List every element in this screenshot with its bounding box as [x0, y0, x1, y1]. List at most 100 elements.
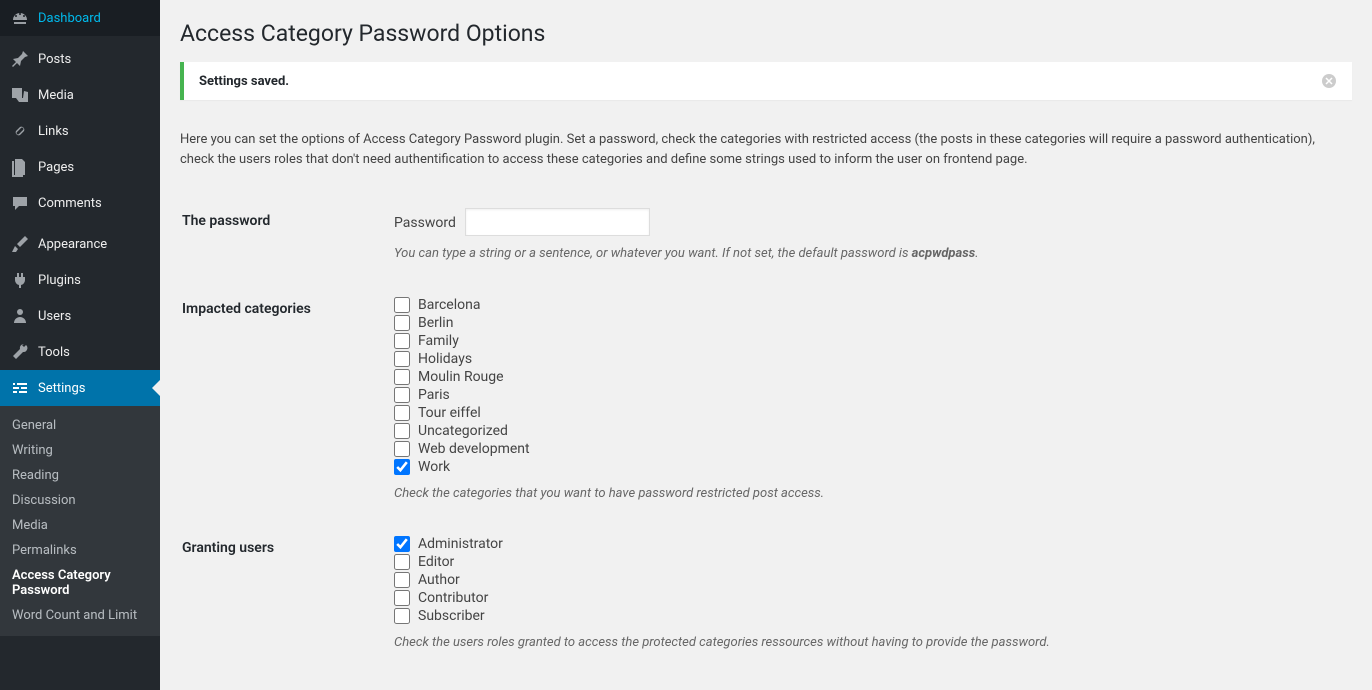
settings-form: The password Password You can type a str… — [180, 191, 1352, 670]
sidebar-item-links[interactable]: Links — [0, 113, 160, 149]
category-label: Berlin — [418, 314, 453, 332]
user-role-label: Contributor — [418, 589, 488, 607]
category-label: Family — [418, 332, 459, 350]
sidebar-item-label: Users — [38, 309, 71, 324]
user-role-label: Administrator — [418, 535, 503, 553]
sidebar-item-label: Plugins — [38, 273, 81, 288]
user-role-label: Editor — [418, 553, 454, 571]
main-content: Access Category Password Options Setting… — [160, 0, 1372, 690]
submenu-general[interactable]: General — [0, 413, 160, 438]
sidebar-item-dashboard[interactable]: Dashboard — [0, 0, 160, 36]
sidebar-item-label: Media — [38, 88, 74, 103]
user-role-checkbox[interactable] — [394, 590, 410, 606]
user-role-item[interactable]: Administrator — [394, 535, 1340, 553]
page-title: Access Category Password Options — [180, 20, 1352, 47]
intro-text: Here you can set the options of Access C… — [180, 130, 1352, 169]
category-item[interactable]: Barcelona — [394, 296, 1340, 314]
submenu-media[interactable]: Media — [0, 513, 160, 538]
user-role-item[interactable]: Editor — [394, 553, 1340, 571]
sidebar-item-label: Comments — [38, 196, 102, 211]
notice-text: Settings saved. — [199, 74, 289, 89]
users-help: Check the users roles granted to access … — [394, 633, 1340, 653]
category-item[interactable]: Holidays — [394, 350, 1340, 368]
sidebar-item-comments[interactable]: Comments — [0, 185, 160, 221]
user-role-checkbox[interactable] — [394, 572, 410, 588]
submenu-writing[interactable]: Writing — [0, 438, 160, 463]
user-role-checkbox[interactable] — [394, 608, 410, 624]
sidebar-item-pages[interactable]: Pages — [0, 149, 160, 185]
user-role-label: Subscriber — [418, 607, 485, 625]
sidebar-item-appearance[interactable]: Appearance — [0, 226, 160, 262]
sidebar-item-posts[interactable]: Posts — [0, 41, 160, 77]
user-role-checkbox[interactable] — [394, 536, 410, 552]
category-label: Moulin Rouge — [418, 368, 504, 386]
categories-help: Check the categories that you want to ha… — [394, 484, 1340, 504]
category-checkbox[interactable] — [394, 405, 410, 421]
settings-submenu: General Writing Reading Discussion Media… — [0, 406, 160, 636]
users-icon — [10, 306, 30, 326]
category-item[interactable]: Work — [394, 458, 1340, 476]
category-checkbox[interactable] — [394, 441, 410, 457]
category-item[interactable]: Moulin Rouge — [394, 368, 1340, 386]
pages-icon — [10, 157, 30, 177]
tools-icon — [10, 342, 30, 362]
sidebar-item-label: Pages — [38, 160, 74, 175]
sidebar-item-label: Settings — [38, 381, 85, 396]
notice-dismiss-icon[interactable] — [1321, 73, 1337, 89]
category-checkbox[interactable] — [394, 423, 410, 439]
brush-icon — [10, 234, 30, 254]
submenu-reading[interactable]: Reading — [0, 463, 160, 488]
password-help: You can type a string or a sentence, or … — [394, 244, 1340, 264]
submenu-word-count-limit[interactable]: Word Count and Limit — [0, 603, 160, 628]
categories-list: BarcelonaBerlinFamilyHolidaysMoulin Roug… — [394, 296, 1340, 476]
sidebar-item-label: Posts — [38, 52, 71, 67]
comments-icon — [10, 193, 30, 213]
category-item[interactable]: Family — [394, 332, 1340, 350]
user-role-item[interactable]: Author — [394, 571, 1340, 589]
categories-th: Impacted categories — [182, 281, 382, 519]
category-checkbox[interactable] — [394, 315, 410, 331]
category-checkbox[interactable] — [394, 297, 410, 313]
media-icon — [10, 85, 30, 105]
links-icon — [10, 121, 30, 141]
category-item[interactable]: Paris — [394, 386, 1340, 404]
sidebar-item-users[interactable]: Users — [0, 298, 160, 334]
sidebar-item-label: Appearance — [38, 237, 107, 252]
category-label: Work — [418, 458, 450, 476]
submenu-discussion[interactable]: Discussion — [0, 488, 160, 513]
category-label: Uncategorized — [418, 422, 508, 440]
plug-icon — [10, 270, 30, 290]
submenu-access-category-password[interactable]: Access Category Password — [0, 563, 160, 603]
sidebar-item-media[interactable]: Media — [0, 77, 160, 113]
user-role-item[interactable]: Subscriber — [394, 607, 1340, 625]
category-item[interactable]: Web development — [394, 440, 1340, 458]
category-checkbox[interactable] — [394, 387, 410, 403]
password-input[interactable] — [465, 208, 650, 236]
password-th: The password — [182, 193, 382, 279]
category-checkbox[interactable] — [394, 351, 410, 367]
category-checkbox[interactable] — [394, 459, 410, 475]
category-label: Holidays — [418, 350, 472, 368]
category-label: Tour eiffel — [418, 404, 481, 422]
category-item[interactable]: Berlin — [394, 314, 1340, 332]
category-item[interactable]: Tour eiffel — [394, 404, 1340, 422]
sidebar-item-settings[interactable]: Settings — [0, 370, 160, 406]
dashboard-icon — [10, 8, 30, 28]
pin-icon — [10, 49, 30, 69]
admin-sidebar: Dashboard Posts Media Links Pages Commen… — [0, 0, 160, 690]
users-th: Granting users — [182, 520, 382, 668]
user-role-checkbox[interactable] — [394, 554, 410, 570]
user-role-label: Author — [418, 571, 460, 589]
users-list: AdministratorEditorAuthorContributorSubs… — [394, 535, 1340, 625]
category-checkbox[interactable] — [394, 333, 410, 349]
password-label: Password — [394, 213, 456, 234]
submenu-permalinks[interactable]: Permalinks — [0, 538, 160, 563]
category-checkbox[interactable] — [394, 369, 410, 385]
sidebar-item-plugins[interactable]: Plugins — [0, 262, 160, 298]
settings-saved-notice: Settings saved. — [180, 62, 1352, 100]
category-item[interactable]: Uncategorized — [394, 422, 1340, 440]
sidebar-item-tools[interactable]: Tools — [0, 334, 160, 370]
sidebar-item-label: Tools — [38, 345, 70, 360]
settings-icon — [10, 378, 30, 398]
user-role-item[interactable]: Contributor — [394, 589, 1340, 607]
